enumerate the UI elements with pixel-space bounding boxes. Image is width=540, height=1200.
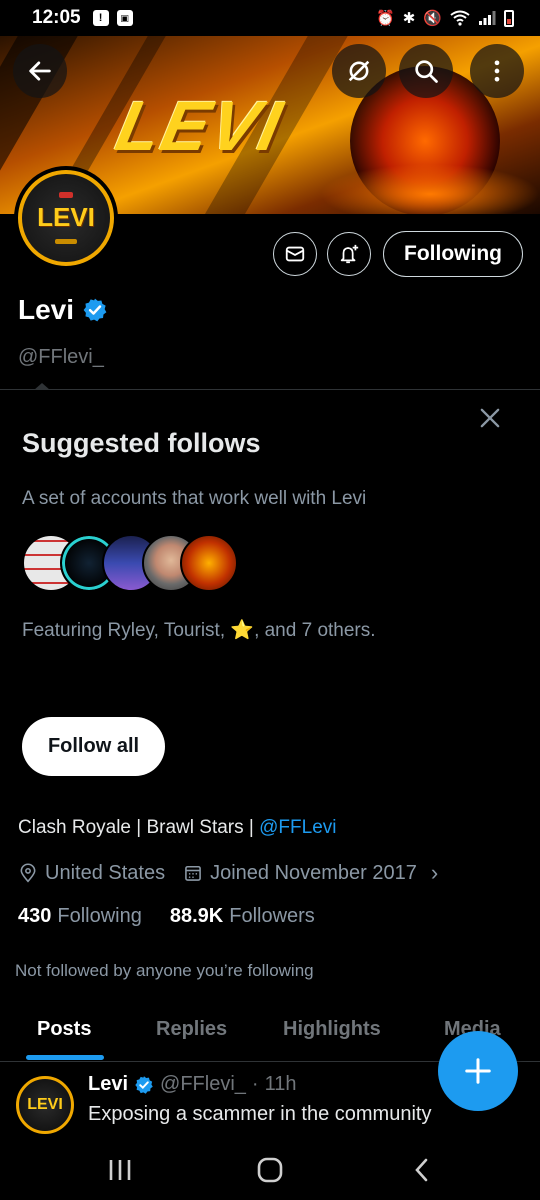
suggested-follows-description: A set of accounts that work well with Le…: [22, 488, 367, 509]
following-count[interactable]: 430: [18, 905, 51, 928]
profile-handle: @FFlevi_: [18, 346, 104, 368]
notifications-button[interactable]: [327, 232, 371, 276]
home-icon: [257, 1157, 283, 1183]
following-label[interactable]: Following: [57, 905, 141, 928]
signal-icon: [479, 11, 496, 25]
message-button[interactable]: [273, 232, 317, 276]
active-tab-indicator: [26, 1055, 104, 1060]
avatar: [180, 534, 238, 592]
featuring-text: Featuring Ryley, Tourist, ⭐, and 7 other…: [22, 618, 376, 642]
recent-apps-icon: [109, 1160, 131, 1180]
not-followed-note: Not followed by anyone you’re following: [15, 961, 314, 980]
android-navigation-bar: [0, 1140, 540, 1200]
divider: [0, 389, 540, 390]
bio: Clash Royale | Brawl Stars | @FFLevi: [18, 817, 336, 839]
display-name: Levi: [18, 294, 75, 325]
tweet-header: Levi @FFlevi_ · 11h: [88, 1073, 296, 1096]
followers-label[interactable]: Followers: [229, 905, 315, 928]
suggested-avatars[interactable]: [22, 534, 252, 592]
tweet-text[interactable]: Exposing a scammer in the community: [88, 1103, 431, 1126]
plus-icon: [465, 1058, 491, 1084]
suggested-follows-title: Suggested follows: [22, 428, 261, 458]
following-button[interactable]: Following: [383, 231, 523, 277]
recent-apps-button[interactable]: [100, 1152, 140, 1188]
arrow-left-icon: [29, 61, 51, 81]
avatar-text: LEVI: [37, 202, 95, 232]
location-pin-icon: [20, 863, 36, 883]
photo-icon: ▣: [116, 10, 133, 26]
search-button[interactable]: [399, 44, 453, 98]
tweet-avatar[interactable]: LEVI: [16, 1076, 74, 1134]
grok-icon: [348, 60, 370, 82]
battery-icon: [504, 9, 514, 27]
wifi-icon: [450, 10, 470, 26]
chevron-right-icon[interactable]: ›: [431, 860, 438, 886]
bio-text: Clash Royale | Brawl Stars |: [18, 817, 260, 838]
more-options-button[interactable]: [470, 44, 524, 98]
location-text: United States: [45, 861, 166, 884]
tab-highlights[interactable]: Highlights: [283, 1018, 381, 1041]
banner-title: LEVI: [109, 87, 290, 165]
tab-posts[interactable]: Posts: [37, 1018, 91, 1041]
star-emoji: ⭐: [230, 620, 255, 641]
profile-meta: United States Joined November 2017 ›: [18, 860, 438, 886]
tweet-author-handle: @FFlevi_: [160, 1073, 246, 1095]
back-button[interactable]: [13, 44, 67, 98]
status-bar: 12:05 ! ▣ ⏰ ✱ 🔇: [0, 0, 540, 36]
joined-date: Joined November 2017: [210, 861, 417, 884]
name-row: Levi: [18, 294, 108, 326]
follow-counts: 430 Following 88.9K Followers: [18, 905, 315, 928]
chevron-left-icon: [415, 1158, 428, 1182]
status-time: 12:05: [32, 7, 81, 28]
mute-icon: 🔇: [423, 9, 442, 27]
more-vertical-icon: [494, 60, 500, 82]
alert-icon: !: [92, 10, 109, 26]
search-icon: [415, 60, 438, 83]
system-back-button[interactable]: [402, 1152, 442, 1188]
calendar-icon: [185, 865, 201, 881]
tweet-author-name[interactable]: Levi: [88, 1073, 128, 1096]
tweet-time: 11h: [264, 1073, 297, 1095]
compose-post-button[interactable]: [438, 1031, 518, 1111]
alarm-icon: ⏰: [376, 9, 395, 27]
verified-badge-icon[interactable]: [82, 297, 108, 323]
featuring-suffix: , and 7 others.: [254, 620, 376, 641]
grok-button[interactable]: [332, 44, 386, 98]
panel-notch: [34, 383, 50, 390]
tweet-avatar-text: LEVI: [27, 1096, 63, 1113]
profile-avatar[interactable]: LEVI: [14, 166, 118, 270]
followers-count[interactable]: 88.9K: [170, 905, 223, 928]
follow-all-button[interactable]: Follow all: [22, 717, 165, 776]
tweet-separator: ·: [251, 1073, 259, 1095]
home-button[interactable]: [250, 1152, 290, 1188]
bell-plus-icon: [340, 244, 359, 264]
bluetooth-icon: ✱: [402, 9, 416, 27]
verified-badge-icon: [135, 1075, 153, 1094]
bio-mention-link[interactable]: @FFLevi: [259, 817, 336, 838]
mail-icon: [285, 246, 305, 262]
close-icon[interactable]: [476, 404, 504, 432]
featuring-prefix: Featuring Ryley, Tourist,: [22, 620, 231, 641]
tab-replies[interactable]: Replies: [156, 1018, 227, 1041]
